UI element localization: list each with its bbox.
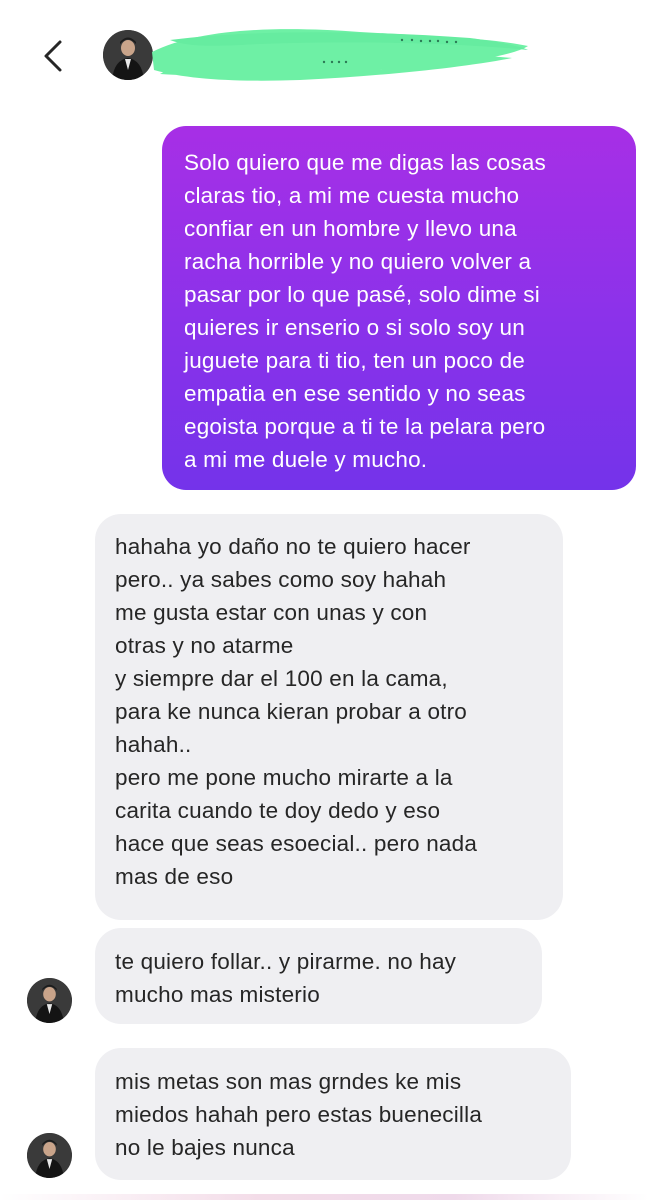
sender-avatar[interactable] — [27, 1133, 72, 1178]
chevron-left-icon[interactable] — [40, 38, 66, 74]
redacted-username-scribble — [152, 29, 528, 81]
next-message-edge — [0, 1194, 649, 1200]
chat-header — [0, 0, 649, 100]
incoming-message-bubble[interactable]: te quiero follar.. y pirarme. no hay muc… — [95, 928, 542, 1024]
sender-avatar[interactable] — [27, 978, 72, 1023]
incoming-message-bubble[interactable]: hahaha yo daño no te quiero hacer pero..… — [95, 514, 563, 920]
incoming-message-bubble[interactable]: mis metas son mas grndes ke mis miedos h… — [95, 1048, 571, 1180]
outgoing-message-bubble[interactable]: Solo quiero que me digas las cosas clara… — [162, 126, 636, 490]
